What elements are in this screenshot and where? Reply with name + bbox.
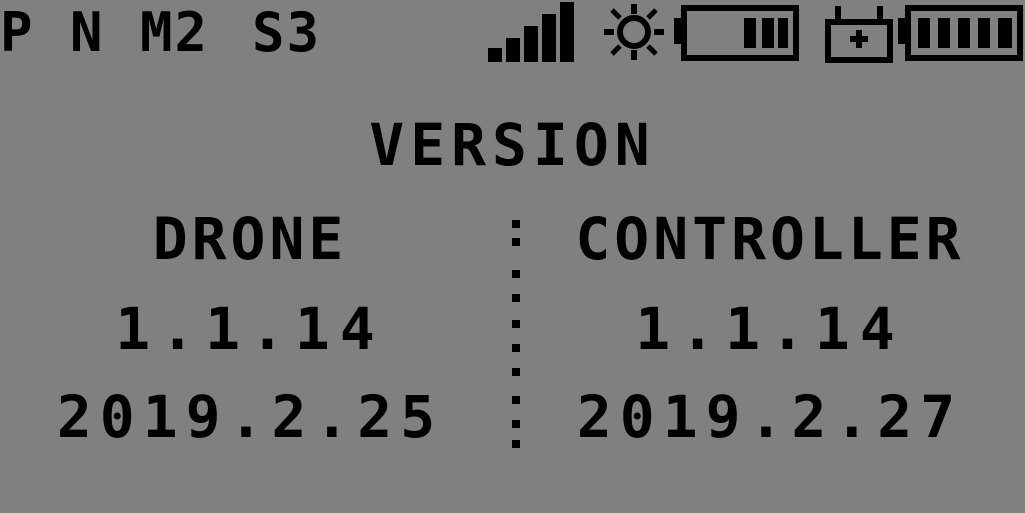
signal-icon <box>488 2 574 62</box>
page-title: VERSION <box>369 111 656 179</box>
mode-m-indicator: M2 <box>140 1 210 64</box>
controller-icon <box>825 6 893 63</box>
mode-p-indicator: P <box>0 1 35 64</box>
drone-version: 1.1.14 <box>115 295 385 363</box>
controller-battery-icon <box>898 5 1023 61</box>
mode-n-indicator: N <box>70 1 105 64</box>
lcd-screen: P N M2 S3 VERSION DRONE 1.1.14 2019.2.25… <box>0 0 1025 513</box>
controller-version: 1.1.14 <box>635 295 905 363</box>
controller-date: 2019.2.27 <box>576 383 964 451</box>
drone-label: DRONE <box>152 205 348 273</box>
controller-label: CONTROLLER <box>575 205 965 273</box>
drone-date: 2019.2.25 <box>56 383 444 451</box>
drone-battery-icon <box>674 5 799 61</box>
column-divider <box>512 220 520 450</box>
mode-s-indicator: S3 <box>252 1 322 64</box>
sun-icon <box>604 4 664 60</box>
